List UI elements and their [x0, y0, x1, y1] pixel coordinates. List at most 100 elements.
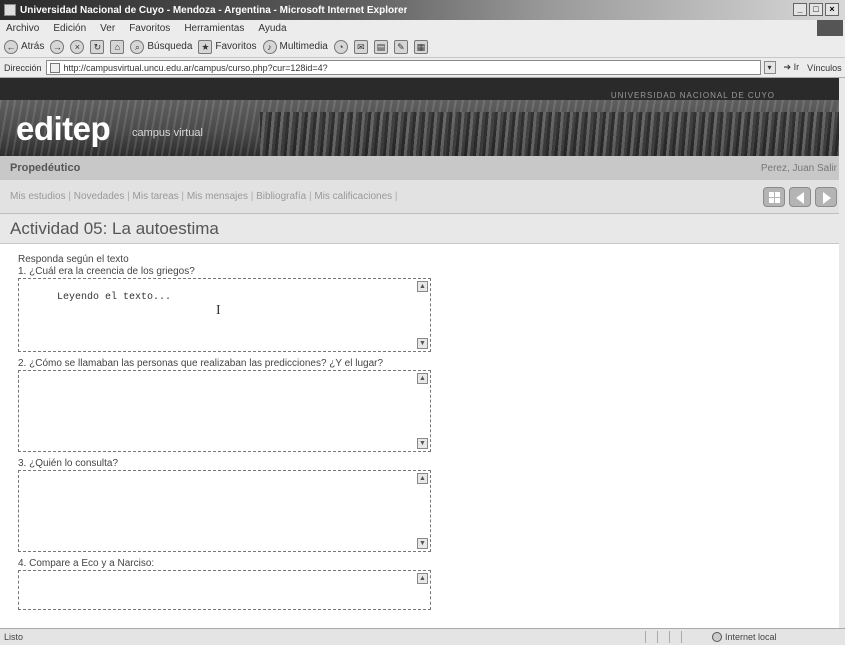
ie-app-icon: [4, 4, 16, 16]
standard-toolbar: ← Atrás → × ↻ ⌂ ⌕ Búsqueda ★ Favoritos ♪…: [0, 36, 845, 58]
printer-icon: ▤: [373, 39, 388, 54]
menu-herramientas[interactable]: Herramientas: [184, 23, 244, 34]
text-cursor-icon: I: [216, 303, 221, 318]
maximize-button[interactable]: □: [809, 3, 823, 16]
menu-bar: Archivo Edición Ver Favoritos Herramient…: [0, 20, 845, 36]
nav-links: Mis estudios | Novedades | Mis tareas | …: [10, 191, 398, 202]
links-button[interactable]: Vínculos: [807, 63, 842, 73]
previous-button[interactable]: [789, 186, 811, 207]
site-logo[interactable]: editep: [16, 110, 111, 148]
question-3-label: 3. ¿Quién lo consulta?: [18, 458, 119, 469]
address-dropdown-button[interactable]: ▾: [763, 61, 776, 74]
window-titlebar: Universidad Nacional de Cuyo - Mendoza -…: [0, 0, 845, 20]
stop-button[interactable]: ×: [70, 39, 85, 54]
home-button[interactable]: ⌂: [110, 39, 125, 54]
nav-mis-mensajes[interactable]: Mis mensajes: [187, 191, 248, 202]
forward-arrow-icon: →: [50, 39, 65, 54]
activity-title: Actividad 05: La autoestima: [0, 214, 845, 244]
scroll-up-icon[interactable]: ▲: [417, 373, 428, 384]
arrow-left-icon: [796, 191, 804, 204]
instructions-text: Responda según el texto: [18, 254, 129, 265]
user-name[interactable]: Perez, Juan Salir: [761, 163, 837, 174]
nav-icon-group: [763, 186, 837, 207]
discuss-button[interactable]: ▦: [413, 39, 428, 54]
scroll-down-icon[interactable]: ▼: [417, 438, 428, 449]
scroll-up-icon[interactable]: ▲: [417, 281, 428, 292]
nav-bibliografia[interactable]: Bibliografía: [256, 191, 306, 202]
forward-button[interactable]: →: [50, 39, 65, 54]
next-button[interactable]: [815, 186, 837, 207]
print-button[interactable]: ▤: [373, 39, 388, 54]
refresh-button[interactable]: ↻: [90, 39, 105, 54]
minimize-button[interactable]: _: [793, 3, 807, 16]
multimedia-label: Multimedia: [279, 41, 328, 52]
page-icon: [49, 62, 60, 73]
answer-4-textarea[interactable]: ▲: [18, 570, 431, 610]
back-label: Atrás: [21, 41, 45, 52]
university-bar: UNIVERSIDAD NACIONAL DE CUYO: [0, 78, 845, 100]
answer-1-textarea[interactable]: Leyendo el texto... ▲ ▼ I: [18, 278, 431, 352]
index-button[interactable]: [763, 186, 785, 207]
discuss-icon: ▦: [413, 39, 428, 54]
go-label: Ir: [793, 62, 800, 72]
address-field[interactable]: http://campusvirtual.uncu.edu.ar/campus/…: [45, 60, 761, 75]
window-controls: _ □ ×: [793, 3, 839, 16]
menu-ver[interactable]: Ver: [100, 23, 115, 34]
favorites-label: Favoritos: [215, 41, 257, 52]
address-url: http://campusvirtual.uncu.edu.ar/campus/…: [63, 62, 328, 73]
back-button[interactable]: ← Atrás: [4, 39, 45, 54]
arrow-right-icon: [823, 191, 831, 204]
scroll-up-icon[interactable]: ▲: [417, 473, 428, 484]
go-arrow-icon: ➔: [783, 62, 792, 72]
course-bar: Propedéutico Perez, Juan Salir: [0, 156, 845, 180]
answer-2-textarea[interactable]: ▲ ▼: [18, 370, 431, 452]
menu-archivo[interactable]: Archivo: [6, 23, 39, 34]
grid-icon: [769, 191, 780, 203]
security-zone: Internet local: [712, 632, 777, 642]
zone-label: Internet local: [725, 632, 777, 642]
answer-3-textarea[interactable]: ▲ ▼: [18, 470, 431, 552]
search-button[interactable]: ⌕ Búsqueda: [130, 39, 192, 54]
browser-page: UNIVERSIDAD NACIONAL DE CUYO editep camp…: [0, 78, 845, 628]
close-button[interactable]: ×: [825, 3, 839, 16]
history-icon: ◔: [333, 39, 348, 54]
mail-button[interactable]: ✉: [353, 39, 368, 54]
nav-mis-calificaciones[interactable]: Mis calificaciones: [314, 191, 392, 202]
banner-skyline-image: [260, 112, 845, 156]
favorites-button[interactable]: ★ Favoritos: [198, 39, 257, 54]
course-title: Propedéutico: [10, 162, 81, 174]
refresh-icon: ↻: [90, 39, 105, 54]
address-label: Dirección: [4, 62, 42, 73]
menu-ayuda[interactable]: Ayuda: [258, 23, 286, 34]
nav-mis-estudios[interactable]: Mis estudios: [10, 191, 66, 202]
search-icon: ⌕: [130, 39, 145, 54]
home-icon: ⌂: [110, 39, 125, 54]
scroll-down-icon[interactable]: ▼: [417, 338, 428, 349]
windows-logo-icon: [817, 20, 843, 36]
multimedia-button[interactable]: ♪ Multimedia: [262, 39, 328, 54]
edit-button[interactable]: ✎: [393, 39, 408, 54]
status-text: Listo: [4, 632, 24, 642]
question-1-label: 1. ¿Cuál era la creencia de los griegos?: [18, 266, 195, 277]
media-icon: ♪: [262, 39, 277, 54]
answer-1-text: Leyendo el texto...: [57, 292, 172, 303]
back-arrow-icon: ←: [4, 39, 18, 54]
menu-edicion[interactable]: Edición: [53, 23, 86, 34]
page-scrollbar[interactable]: [839, 78, 845, 628]
scroll-down-icon[interactable]: ▼: [417, 538, 428, 549]
status-bar: Listo Internet local: [0, 628, 845, 645]
edit-icon: ✎: [393, 39, 408, 54]
scroll-up-icon[interactable]: ▲: [417, 573, 428, 584]
nav-novedades[interactable]: Novedades: [74, 191, 125, 202]
history-button[interactable]: ◔: [333, 39, 348, 54]
nav-mis-tareas[interactable]: Mis tareas: [133, 191, 179, 202]
window-title: Universidad Nacional de Cuyo - Mendoza -…: [20, 4, 408, 16]
mail-icon: ✉: [353, 39, 368, 54]
site-banner: editep campus virtual: [0, 100, 845, 156]
menu-favoritos[interactable]: Favoritos: [129, 23, 170, 34]
site-logo-subtitle: campus virtual: [132, 127, 203, 139]
star-icon: ★: [198, 39, 213, 54]
go-button[interactable]: ➔ Ir: [784, 62, 800, 73]
activity-form: Responda según el texto 1. ¿Cuál era la …: [0, 244, 845, 610]
address-bar: Dirección http://campusvirtual.uncu.edu.…: [0, 58, 845, 78]
